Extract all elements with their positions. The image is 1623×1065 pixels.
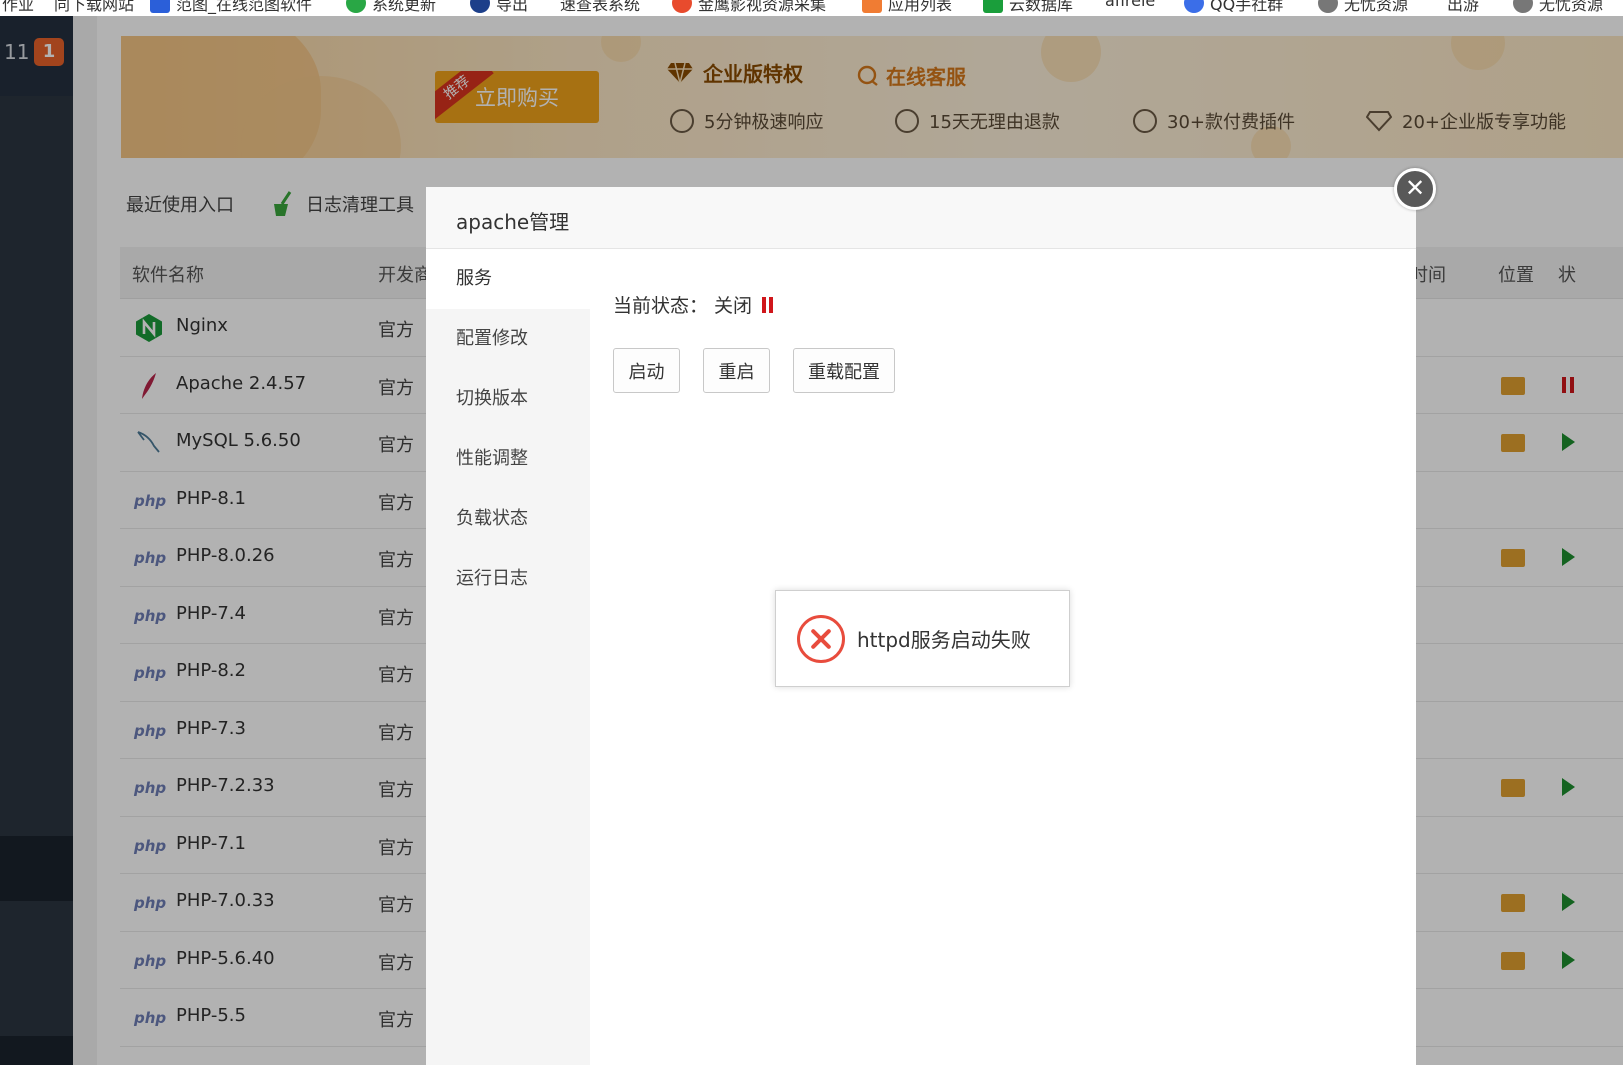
- bookmark-item[interactable]: 应用列表: [862, 0, 952, 15]
- nav-item-run-log[interactable]: 运行日志: [426, 549, 590, 609]
- bookmark-item[interactable]: 无忧资源: [1318, 0, 1408, 15]
- bookmark-favicon-icon: [1513, 0, 1533, 13]
- bookmark-label: 云数据库: [1009, 0, 1074, 14]
- bookmark-item[interactable]: 云数据库: [983, 0, 1073, 15]
- bookmark-favicon-icon: [1184, 0, 1204, 13]
- bookmarks-bar: 作业 同下载网站 范图_在线范图软件 系统更新 导出 速查表系统 金鹰影视资源采…: [0, 0, 1623, 16]
- bookmark-label: QQ手社群: [1210, 0, 1284, 14]
- bookmark-favicon-icon: [470, 0, 490, 13]
- dialog-title: apache管理: [456, 210, 570, 234]
- service-status: 当前状态： 关闭: [613, 291, 774, 318]
- bookmark-label: 无忧资源: [1539, 0, 1604, 14]
- toast-message: httpd服务启动失败: [857, 628, 1031, 652]
- bookmark-label: 金鹰影视资源采集: [698, 0, 827, 14]
- bookmark-label: 无忧资源: [1344, 0, 1409, 14]
- restart-button[interactable]: 重启: [703, 348, 770, 393]
- status-label: 当前状态：: [613, 295, 709, 317]
- nav-item-switch-version[interactable]: 切换版本: [426, 369, 590, 429]
- bookmark-item[interactable]: 作业: [2, 0, 34, 15]
- error-toast: httpd服务启动失败: [775, 590, 1070, 687]
- bookmark-item[interactable]: QQ手社群: [1184, 0, 1283, 15]
- nav-item-service[interactable]: 服务: [426, 249, 590, 309]
- start-button[interactable]: 启动: [613, 348, 680, 393]
- bookmark-favicon-icon: [862, 0, 882, 13]
- bookmark-favicon-icon: [150, 0, 170, 13]
- reload-config-button[interactable]: 重载配置: [793, 348, 895, 393]
- bookmark-label: 应用列表: [888, 0, 953, 14]
- bookmark-item[interactable]: 无忧资源: [1513, 0, 1603, 15]
- bookmark-label: 速查表系统: [560, 0, 641, 14]
- nav-item-performance[interactable]: 性能调整: [426, 429, 590, 489]
- bookmark-favicon-icon: [1318, 0, 1338, 13]
- bookmark-item[interactable]: 系统更新: [346, 0, 436, 15]
- bookmark-label: 系统更新: [372, 0, 437, 14]
- bookmark-label: 作业: [2, 0, 35, 14]
- bookmark-label: 范图_在线范图软件: [176, 0, 313, 14]
- dialog-header: apache管理: [426, 187, 1416, 249]
- bookmark-item[interactable]: 出游: [1447, 0, 1479, 15]
- bookmark-label: 出游: [1447, 0, 1480, 14]
- dialog-close-icon[interactable]: ✕: [1394, 168, 1436, 210]
- bookmark-item[interactable]: 金鹰影视资源采集: [672, 0, 826, 15]
- nav-item-load-status[interactable]: 负载状态: [426, 489, 590, 549]
- bookmark-label: 导出: [496, 0, 529, 14]
- bookmark-item[interactable]: 同下载网站: [54, 0, 134, 15]
- bookmark-item[interactable]: 导出: [470, 0, 528, 15]
- bookmark-item[interactable]: 范图_在线范图软件: [150, 0, 312, 15]
- nav-item-config[interactable]: 配置修改: [426, 309, 590, 369]
- dialog-nav: 服务 配置修改 切换版本 性能调整 负载状态 运行日志: [426, 249, 590, 1065]
- bookmark-favicon-icon: [672, 0, 692, 13]
- bookmark-label: afirele: [1105, 0, 1156, 10]
- bookmark-label: 同下载网站: [54, 0, 135, 14]
- bookmark-item[interactable]: 速查表系统: [560, 0, 640, 15]
- bookmark-favicon-icon: [346, 0, 366, 13]
- status-value: 关闭: [714, 295, 753, 317]
- error-x-icon: [797, 614, 845, 663]
- bookmark-favicon-icon: [983, 0, 1003, 13]
- bookmark-item[interactable]: afirele: [1105, 0, 1155, 10]
- stopped-pause-icon: [762, 296, 774, 313]
